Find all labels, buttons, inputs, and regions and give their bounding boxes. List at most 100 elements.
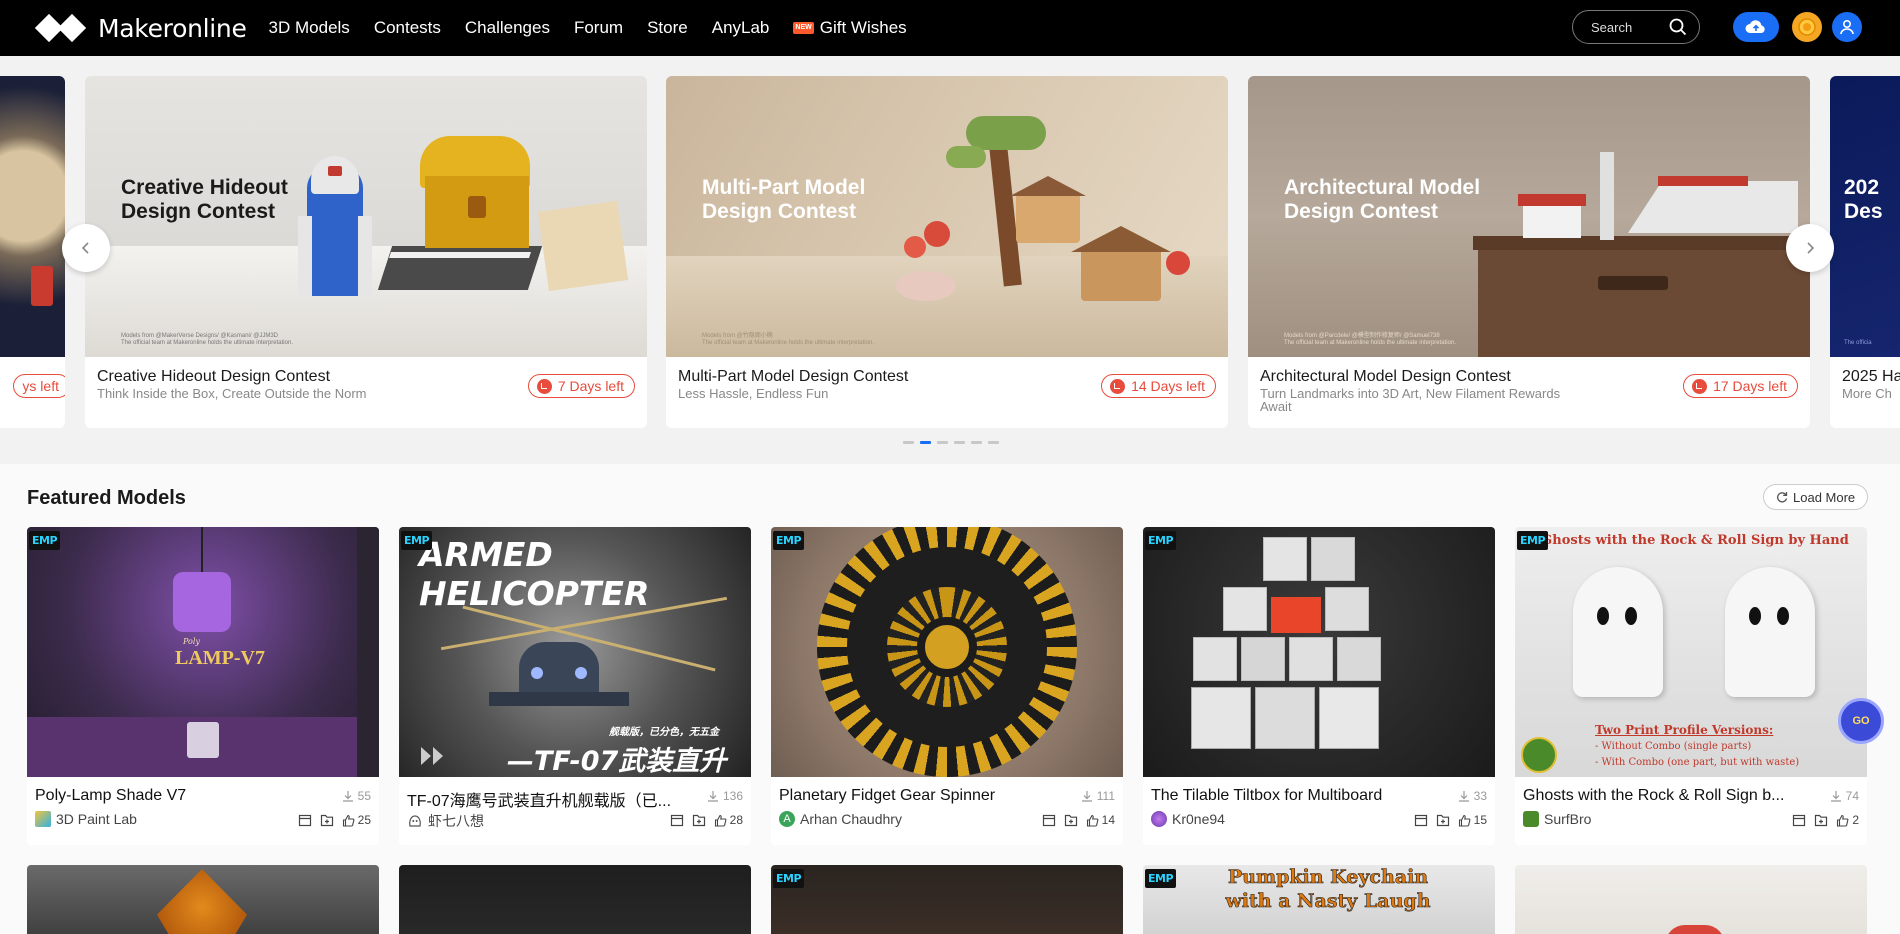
model-card-tf07-helicopter[interactable]: ARMED HELICOPTER 舰载版，已分色，无五金 —TF-07武装直升机…: [399, 527, 751, 845]
days-left-text: 17 Days left: [1713, 378, 1787, 394]
author-name: SurfBro: [1544, 811, 1592, 827]
model-thumbnail[interactable]: Ghosts with the Rock & Roll Sign by Hand…: [1515, 527, 1867, 777]
next-slide-fine-print: The officia: [1844, 340, 1872, 346]
nav-forum[interactable]: Forum: [574, 18, 623, 38]
contest-subtitle: Think Inside the Box, Create Outside the…: [97, 386, 367, 401]
download-icon: [707, 791, 718, 802]
model-card-tiltbox[interactable]: EMP The Tilable Tiltbox for Multiboard 3…: [1143, 527, 1495, 845]
model-thumbnail[interactable]: Poly LAMP-V7 EMP: [27, 527, 379, 777]
model-thumbnail[interactable]: ARMED HELICOPTER 舰载版，已分色，无五金 —TF-07武装直升机…: [399, 527, 751, 777]
model-card-row2[interactable]: [27, 865, 379, 934]
like-button[interactable]: 14: [1086, 813, 1115, 827]
like-button[interactable]: 28: [714, 813, 743, 827]
model-thumbnail[interactable]: EMP: [1143, 527, 1495, 777]
carousel-dot-active[interactable]: [920, 441, 931, 444]
nav-anylab[interactable]: AnyLab: [712, 18, 770, 38]
pumpkin-keychain-text: Pumpkin Keychain with a Nasty Laugh: [1225, 866, 1431, 913]
load-more-button[interactable]: Load More: [1763, 484, 1869, 510]
logo[interactable]: Makeronline: [34, 13, 247, 43]
carousel-dot[interactable]: [988, 441, 999, 444]
collect-icon[interactable]: [692, 814, 706, 827]
upload-button[interactable]: [1733, 12, 1779, 42]
card-actions: 25: [298, 813, 371, 827]
collect-icon[interactable]: [1814, 814, 1828, 827]
model-title[interactable]: TF-07海鹰号武装直升机舰载版（已...: [407, 787, 677, 811]
author-name: Kr0ne94: [1172, 811, 1225, 827]
author[interactable]: A Arhan Chaudhry: [779, 811, 902, 827]
model-title[interactable]: The Tilable Tiltbox for Multiboard: [1151, 787, 1421, 805]
print-icon[interactable]: [670, 814, 684, 827]
author[interactable]: Kr0ne94: [1151, 811, 1225, 827]
model-card-row2[interactable]: EMP: [771, 865, 1123, 934]
model-card-row2[interactable]: [399, 865, 751, 934]
nav-gift-wishes[interactable]: NEW Gift Wishes: [793, 18, 907, 38]
like-button[interactable]: 15: [1458, 813, 1487, 827]
top-nav: Makeronline 3D Models Contests Challenge…: [0, 0, 1900, 56]
print-icon[interactable]: [1792, 814, 1806, 827]
user-avatar-button[interactable]: [1832, 12, 1862, 42]
carousel-dot[interactable]: [903, 441, 914, 444]
contest-slide-creative-hideout[interactable]: Creative Hideout Design Contest Models f…: [85, 76, 647, 428]
download-icon: [342, 791, 353, 802]
model-title[interactable]: Poly-Lamp Shade V7: [35, 787, 305, 805]
search-box[interactable]: [1572, 10, 1700, 44]
contest-slide-prev-partial[interactable]: ys left: [0, 76, 65, 428]
nav-store[interactable]: Store: [647, 18, 688, 38]
model-card-fidget-gear[interactable]: EMP Planetary Fidget Gear Spinner 111 A …: [771, 527, 1123, 845]
card-actions: 15: [1414, 813, 1487, 827]
collect-icon[interactable]: [1436, 814, 1450, 827]
author[interactable]: 虾七八想: [407, 811, 484, 831]
thumbs-up-icon: [342, 814, 355, 827]
model-card-ghosts[interactable]: Ghosts with the Rock & Roll Sign by Hand…: [1515, 527, 1867, 845]
carousel-next-button[interactable]: [1786, 224, 1834, 272]
carousel-prev-button[interactable]: [62, 224, 110, 272]
contest-name: 2025 Ha: [1842, 368, 1900, 385]
contest-carousel: ys left Creative Hideout Design Contest …: [0, 56, 1900, 464]
search-input[interactable]: [1591, 19, 1671, 35]
nav-3d-models[interactable]: 3D Models: [269, 18, 350, 38]
collect-icon[interactable]: [1064, 814, 1078, 827]
collect-icon[interactable]: [320, 814, 334, 827]
card-actions: 2: [1792, 813, 1859, 827]
cloud-upload-icon: [1745, 20, 1765, 33]
helicopter-caption: —TF-07武装直升机: [507, 746, 727, 777]
author-name: 3D Paint Lab: [56, 811, 137, 827]
model-card-poly-lamp[interactable]: Poly LAMP-V7 EMP Poly-Lamp Shade V7 55 3…: [27, 527, 379, 845]
author[interactable]: 3D Paint Lab: [35, 811, 137, 827]
carousel-dot[interactable]: [937, 441, 948, 444]
model-title[interactable]: Planetary Fidget Gear Spinner: [779, 787, 1049, 805]
print-icon[interactable]: [1042, 814, 1056, 827]
carousel-dot[interactable]: [971, 441, 982, 444]
author[interactable]: SurfBro: [1523, 811, 1591, 827]
floating-assistant-button[interactable]: GO: [1838, 698, 1884, 744]
print-icon[interactable]: [1414, 814, 1428, 827]
emp-badge: EMP: [773, 869, 805, 888]
emp-badge: EMP: [1517, 531, 1549, 550]
contest-slide-architectural[interactable]: Architectural Model Design Contest Model…: [1248, 76, 1810, 428]
contest-slide-next-partial[interactable]: 202 Des The officia 2025 Ha More Ch: [1830, 76, 1900, 428]
model-title[interactable]: Ghosts with the Rock & Roll Sign b...: [1523, 787, 1793, 805]
carousel-dot[interactable]: [954, 441, 965, 444]
like-button[interactable]: 25: [342, 813, 371, 827]
nav-challenges[interactable]: Challenges: [465, 18, 550, 38]
author-name: 虾七八想: [428, 813, 484, 829]
contest-subtitle: Less Hassle, Endless Fun: [678, 386, 829, 401]
architectural-fine-print: Models from @Parcdele/ @模型制作修复师/ @Samuel…: [1284, 333, 1456, 346]
ghost-print-versions: Two Print Profile Versions:: [1595, 723, 1774, 737]
contest-slide-multi-part[interactable]: Multi-Part Model Design Contest Models f…: [666, 76, 1228, 428]
like-button[interactable]: 2: [1836, 813, 1859, 827]
days-left-badge: 14 Days left: [1101, 374, 1216, 398]
search-icon[interactable]: [1669, 18, 1687, 36]
clock-icon: [536, 378, 552, 394]
model-card-row2[interactable]: [1515, 865, 1867, 934]
author-avatar-icon: [409, 815, 421, 827]
print-icon[interactable]: [298, 814, 312, 827]
coin-button[interactable]: [1792, 12, 1822, 42]
model-thumbnail[interactable]: EMP: [771, 527, 1123, 777]
helicopter-subcaption: 舰载版，已分色，无五金: [609, 727, 719, 738]
nav-contests[interactable]: Contests: [374, 18, 441, 38]
model-card-row2[interactable]: Pumpkin Keychain with a Nasty Laugh EMP: [1143, 865, 1495, 934]
next-slide-banner-title: 202 Des: [1844, 176, 1883, 223]
download-count: 74: [1830, 789, 1859, 803]
days-left-badge: 7 Days left: [527, 374, 635, 398]
